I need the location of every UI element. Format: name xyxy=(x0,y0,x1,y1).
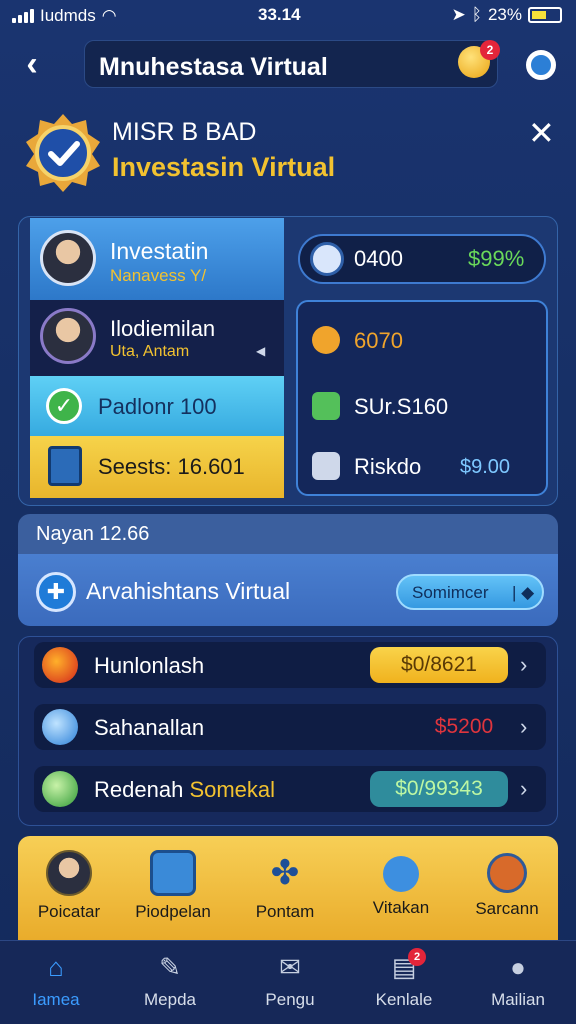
tab-label: Mepda xyxy=(144,990,196,1009)
bank-icon xyxy=(312,452,340,480)
strip-button-label: Somimcer xyxy=(412,583,489,602)
shield-badge-icon xyxy=(26,114,100,192)
profile-sub-1: Nanavess Y/ xyxy=(110,266,207,285)
hero-subtitle: Investasin Virtual xyxy=(112,152,336,182)
chevron-right-icon[interactable]: › xyxy=(520,776,527,802)
globe-icon xyxy=(42,709,78,745)
tab-label: Kenlale xyxy=(375,990,433,1009)
tab-kenlale[interactable]: ▤ Kenlale xyxy=(352,952,456,1010)
profile-row-4-label: Seests: 16.601 xyxy=(98,454,245,479)
stat-2: SUr.S160 xyxy=(354,394,449,419)
menu-item-pontam[interactable]: ✤ Pontam xyxy=(240,850,330,922)
fire-coin-icon xyxy=(42,647,78,683)
avatar xyxy=(40,308,96,364)
document-icon xyxy=(48,446,82,486)
plus-icon[interactable]: ✚ xyxy=(36,572,76,612)
location-icon: ➤ xyxy=(451,5,466,24)
puzzle-icon: ✤ xyxy=(270,854,300,892)
tab-badge: 2 xyxy=(408,948,426,966)
edit-icon xyxy=(312,392,340,420)
profile-sub-2: Uta, Antam xyxy=(110,343,190,360)
tab-mailian[interactable]: ● Mailian xyxy=(466,952,570,1010)
wallet-icon xyxy=(310,242,344,276)
page-title: Mnuhestasa Virtual xyxy=(99,53,328,81)
list-item-value: $0/99343 xyxy=(370,771,508,807)
chevron-right-icon: | ◆ xyxy=(512,583,535,602)
stat-3-label: Riskdo xyxy=(354,454,422,479)
menu-label: Pontam xyxy=(255,902,315,921)
wifi-icon: ◠ xyxy=(101,6,117,25)
coin-stack-icon xyxy=(312,326,340,354)
tab-home[interactable]: ⌂ Iamea xyxy=(4,952,108,1010)
strip-label: Arvahishtans Virtual xyxy=(86,578,291,604)
list-item-label: Hunlonlash xyxy=(94,653,205,678)
title-bar: Mnuhestasa Virtual xyxy=(84,40,498,88)
menu-item-sarcann[interactable]: Sarcann xyxy=(462,850,552,919)
tab-pengu[interactable]: ✉ Pengu xyxy=(238,952,342,1010)
menu-label: Vitakan xyxy=(372,898,430,917)
battery-icon xyxy=(528,7,562,23)
caret-left-icon: ◀ xyxy=(256,344,266,358)
menu-item-poicatar[interactable]: Poicatar xyxy=(24,850,114,922)
signal-icon xyxy=(12,9,34,23)
status-bar: Iudmds ◠ 33.14 ➤ ᛒ 23% xyxy=(0,0,576,32)
balance-value: 0400 xyxy=(354,246,403,271)
balance-percent: $99% xyxy=(468,246,525,271)
carrier-group: Iudmds ◠ xyxy=(12,6,117,26)
bluetooth-icon: ᛒ xyxy=(471,5,482,24)
chevron-right-icon[interactable]: › xyxy=(520,714,527,740)
chat-icon: ✉ xyxy=(279,952,301,982)
notification-badge: 2 xyxy=(480,40,500,60)
list-item-label: Sahanallan xyxy=(94,715,205,740)
status-right: ➤ ᛒ 23% xyxy=(452,5,562,25)
menu-label: Sarcann xyxy=(475,899,539,918)
carrier-name: Iudmds xyxy=(40,6,96,25)
profile-row-3-label: Padlonr 100 xyxy=(98,394,217,419)
tab-label: Mailian xyxy=(491,990,545,1009)
tab-mepda[interactable]: ✎ Mepda xyxy=(118,952,222,1010)
refresh-icon xyxy=(42,771,78,807)
battery-percent: 23% xyxy=(487,5,522,24)
pencil-icon: ✎ xyxy=(159,952,181,982)
tab-label: Iamea xyxy=(32,990,80,1009)
menu-item-vitakan[interactable]: Vitakan xyxy=(356,850,446,918)
strip-action-button[interactable]: Somimcer | ◆ xyxy=(396,574,544,610)
clock: 33.14 xyxy=(258,5,301,24)
menu-item-piodpelan[interactable]: Piodpelan xyxy=(128,850,218,922)
avatar-icon xyxy=(46,850,92,896)
list-item-label: Redenah Somekal xyxy=(94,777,276,802)
profile-icon: ● xyxy=(510,952,526,982)
avatar xyxy=(40,230,96,286)
menu-label: Poicatar xyxy=(37,902,101,921)
list-item-highlight: Somekal xyxy=(189,777,276,802)
menu-label: Piodpelan xyxy=(135,902,211,921)
tab-label: Pengu xyxy=(265,990,315,1009)
profile-name-2: Ilodiemilan xyxy=(110,316,216,341)
list-item-value: $0/8621 xyxy=(370,647,508,683)
settings-icon[interactable] xyxy=(526,50,556,80)
stat-3-value: $9.00 xyxy=(460,456,511,478)
strip-heading: Nayan 12.66 xyxy=(36,523,150,545)
chevron-right-icon[interactable]: › xyxy=(520,652,527,678)
user-icon xyxy=(383,856,419,892)
stat-1: 6070 xyxy=(354,328,403,353)
profile-name-1: Investatin xyxy=(110,238,209,264)
tool-icon xyxy=(487,853,527,893)
close-icon[interactable]: ✕ xyxy=(528,114,555,152)
list-item-value: $5200 xyxy=(434,715,494,738)
hero-title: MISR B BAD xyxy=(112,118,257,146)
check-icon: ✓ xyxy=(46,388,82,424)
home-icon: ⌂ xyxy=(48,952,64,982)
back-button[interactable]: ‹ xyxy=(14,44,50,84)
calculator-icon xyxy=(150,850,196,896)
